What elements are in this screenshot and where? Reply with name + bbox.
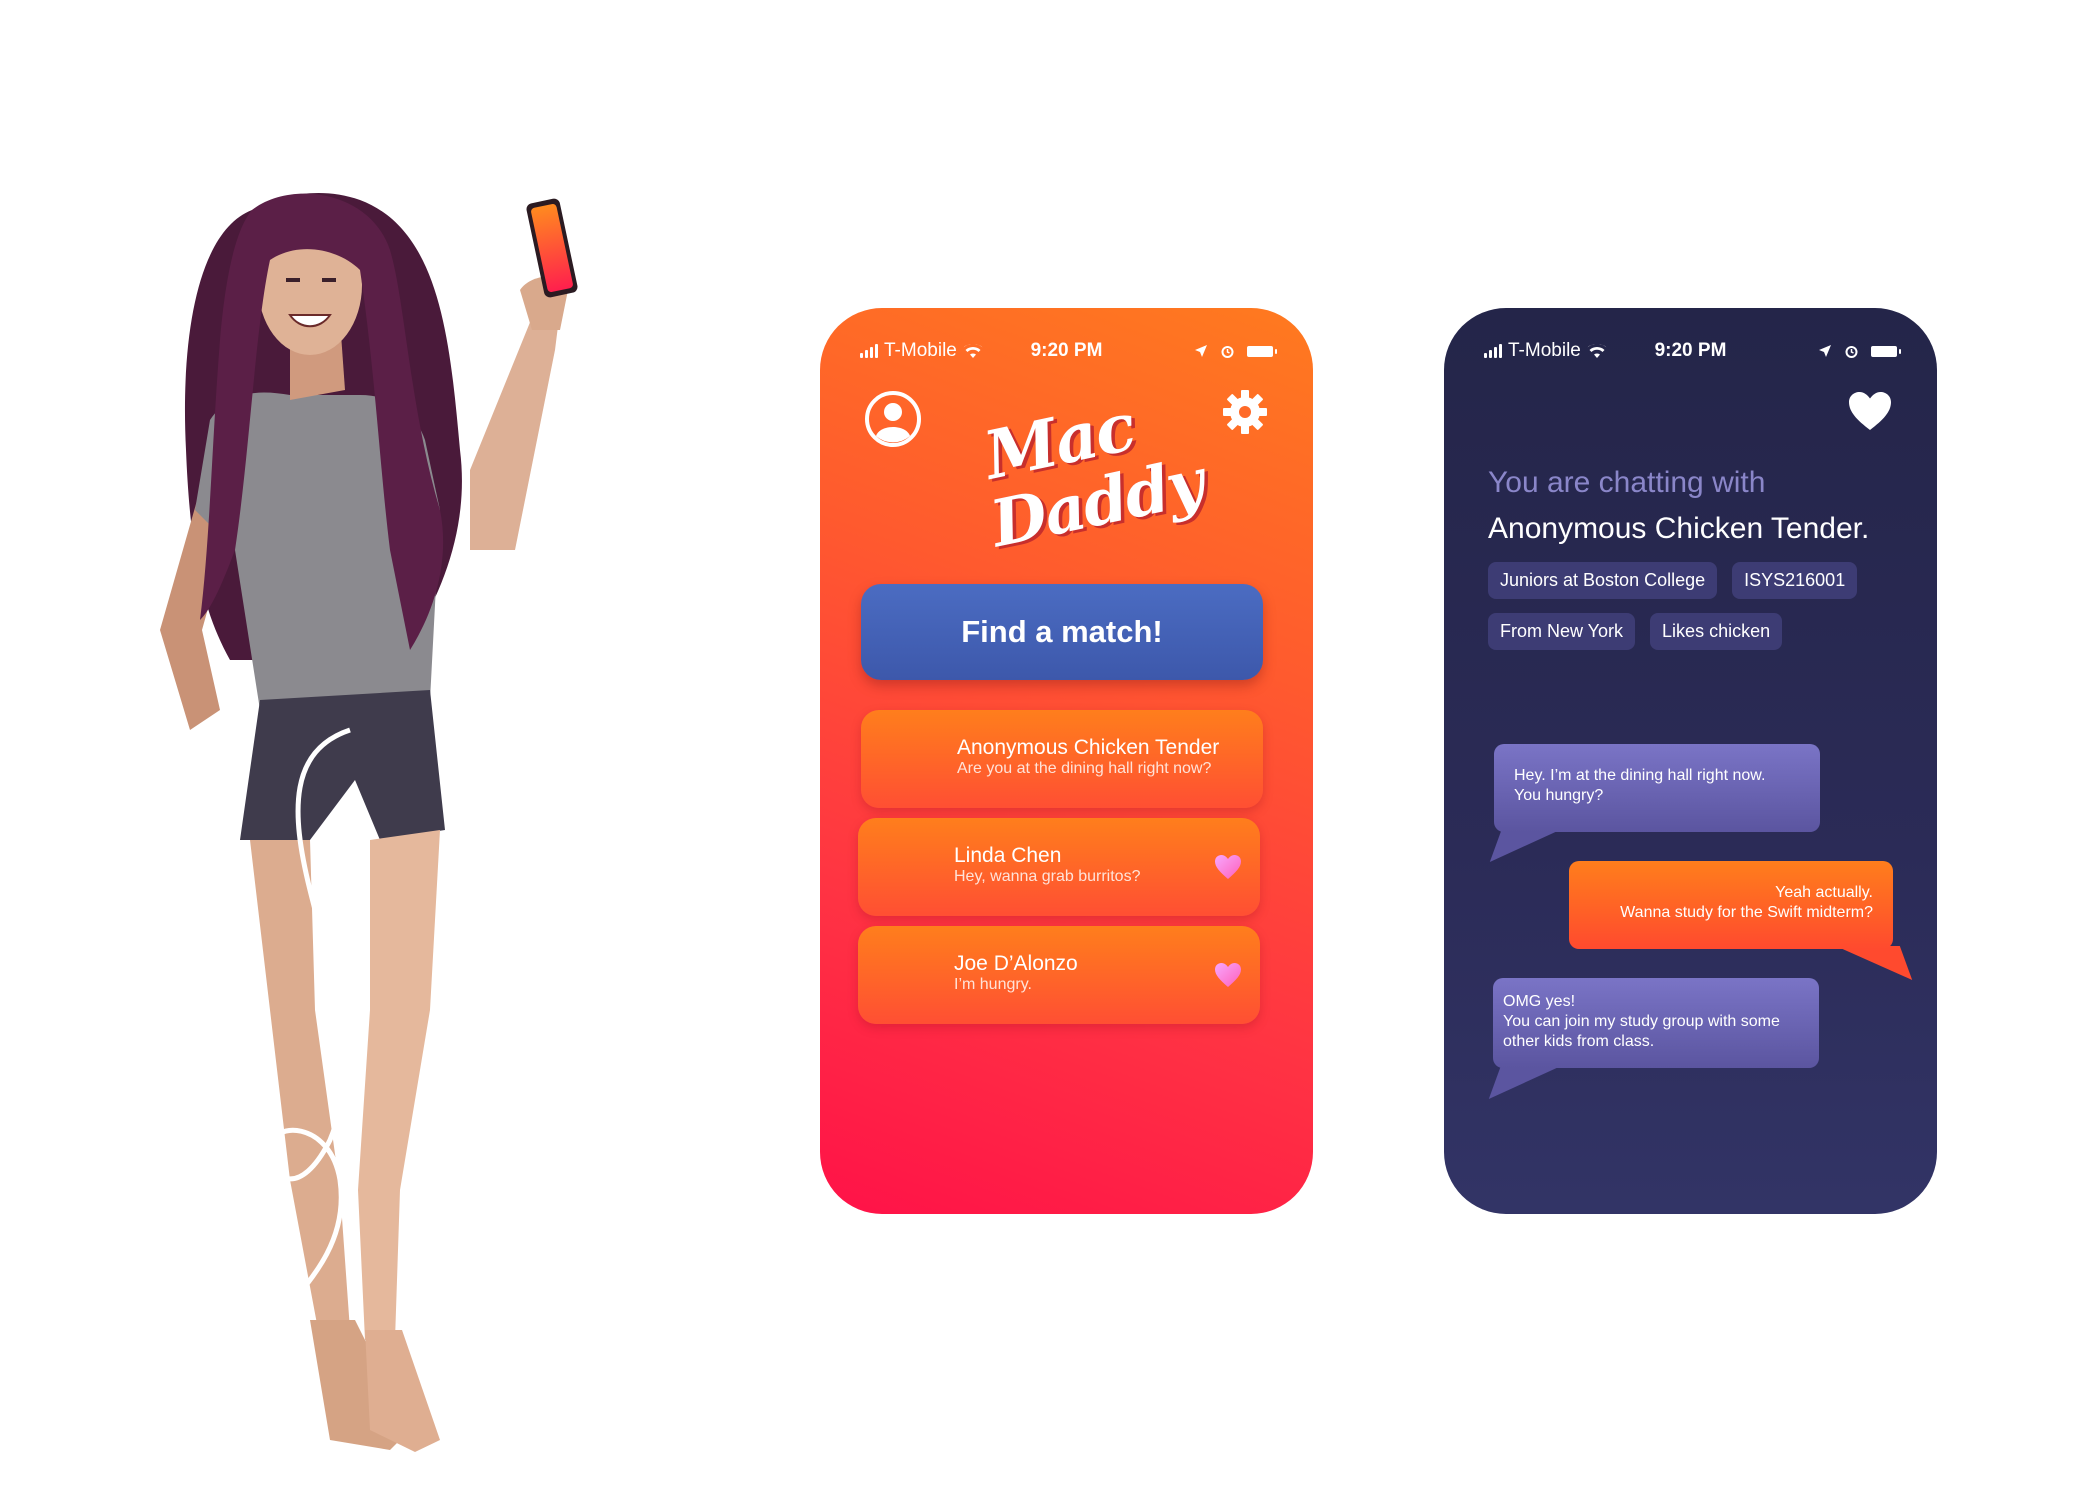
conversation-name: Linda Chen — [954, 844, 1062, 867]
conversation-preview: Are you at the dining hall right now? — [957, 760, 1212, 777]
message-line: Hey. I’m at the dining hall right now. — [1514, 767, 1766, 784]
message-line: other kids from class. — [1503, 1033, 1655, 1050]
signal-strength-icon — [860, 344, 878, 358]
wifi-icon — [1587, 343, 1607, 358]
message-line: Yeah actually. — [1775, 884, 1873, 901]
mac-daddy-logo: Mac Daddy — [970, 387, 1210, 562]
favorite-heart-icon[interactable] — [1214, 854, 1242, 880]
profile-icon[interactable] — [864, 390, 922, 448]
message-line: Wanna study for the Swift midterm? — [1620, 904, 1873, 921]
woman-holding-phone-illustration — [160, 193, 578, 1452]
location-icon — [1819, 345, 1831, 357]
bubble-tail — [1488, 1065, 1564, 1099]
chat-partner-name: Anonymous Chicken Tender. — [1488, 512, 1870, 545]
chat-intro-text: You are chatting with — [1488, 466, 1766, 499]
alarm-icon — [1221, 345, 1234, 358]
conversation-item-linda-chen[interactable]: Linda Chen Hey, wanna grab burritos? — [858, 818, 1260, 916]
tag-chip: From New York — [1488, 613, 1636, 650]
status-time: 9:20 PM — [1654, 340, 1727, 361]
message-line: You can join my study group with some — [1503, 1013, 1780, 1030]
wifi-icon — [963, 343, 983, 358]
find-match-button[interactable]: Find a match! — [861, 584, 1263, 680]
conversation-item-joe-dalonzo[interactable]: Joe D’Alonzo I’m hungry. — [858, 926, 1260, 1024]
status-bar: T-Mobile 9:20 PM — [1484, 336, 1901, 366]
home-screen-phone: T-Mobile 9:20 PM Mac Daddy Find a match!… — [820, 308, 1313, 1214]
carrier-label: T-Mobile — [884, 340, 957, 361]
location-icon — [1195, 345, 1207, 357]
battery-icon — [1247, 345, 1277, 357]
message-line: You hungry? — [1514, 787, 1604, 804]
status-bar: T-Mobile 9:20 PM — [860, 336, 1277, 366]
favorite-heart-icon[interactable] — [1214, 962, 1242, 988]
message-line: OMG yes! — [1503, 993, 1576, 1010]
conversation-preview: I’m hungry. — [954, 976, 1032, 993]
partner-tags: Juniors at Boston College ISYS216001 Fro… — [1488, 562, 1908, 650]
message-bubble-sent: Yeah actually. Wanna study for the Swift… — [1569, 861, 1893, 949]
tag-chip: ISYS216001 — [1732, 562, 1858, 599]
tag-chip: Likes chicken — [1650, 613, 1783, 650]
message-bubble-received: OMG yes! You can join my study group wit… — [1493, 978, 1819, 1068]
gear-icon[interactable] — [1221, 388, 1269, 436]
battery-icon — [1871, 345, 1901, 357]
chat-screen-phone: T-Mobile 9:20 PM You are chatting with A… — [1444, 308, 1937, 1214]
message-bubble-received: Hey. I’m at the dining hall right now. Y… — [1494, 744, 1820, 832]
carrier-label: T-Mobile — [1508, 340, 1581, 361]
conversation-preview: Hey, wanna grab burritos? — [954, 868, 1141, 885]
conversation-name: Anonymous Chicken Tender — [957, 736, 1220, 759]
heart-icon[interactable] — [1847, 390, 1893, 432]
bubble-tail — [1835, 946, 1913, 980]
signal-strength-icon — [1484, 344, 1502, 358]
alarm-icon — [1845, 345, 1858, 358]
status-time: 9:20 PM — [1030, 340, 1103, 361]
tag-chip: Juniors at Boston College — [1488, 562, 1718, 599]
conversation-name: Joe D’Alonzo — [954, 952, 1078, 975]
conversation-item-anonymous-chicken-tender[interactable]: Anonymous Chicken Tender Are you at the … — [861, 710, 1263, 808]
bubble-tail — [1489, 828, 1565, 862]
